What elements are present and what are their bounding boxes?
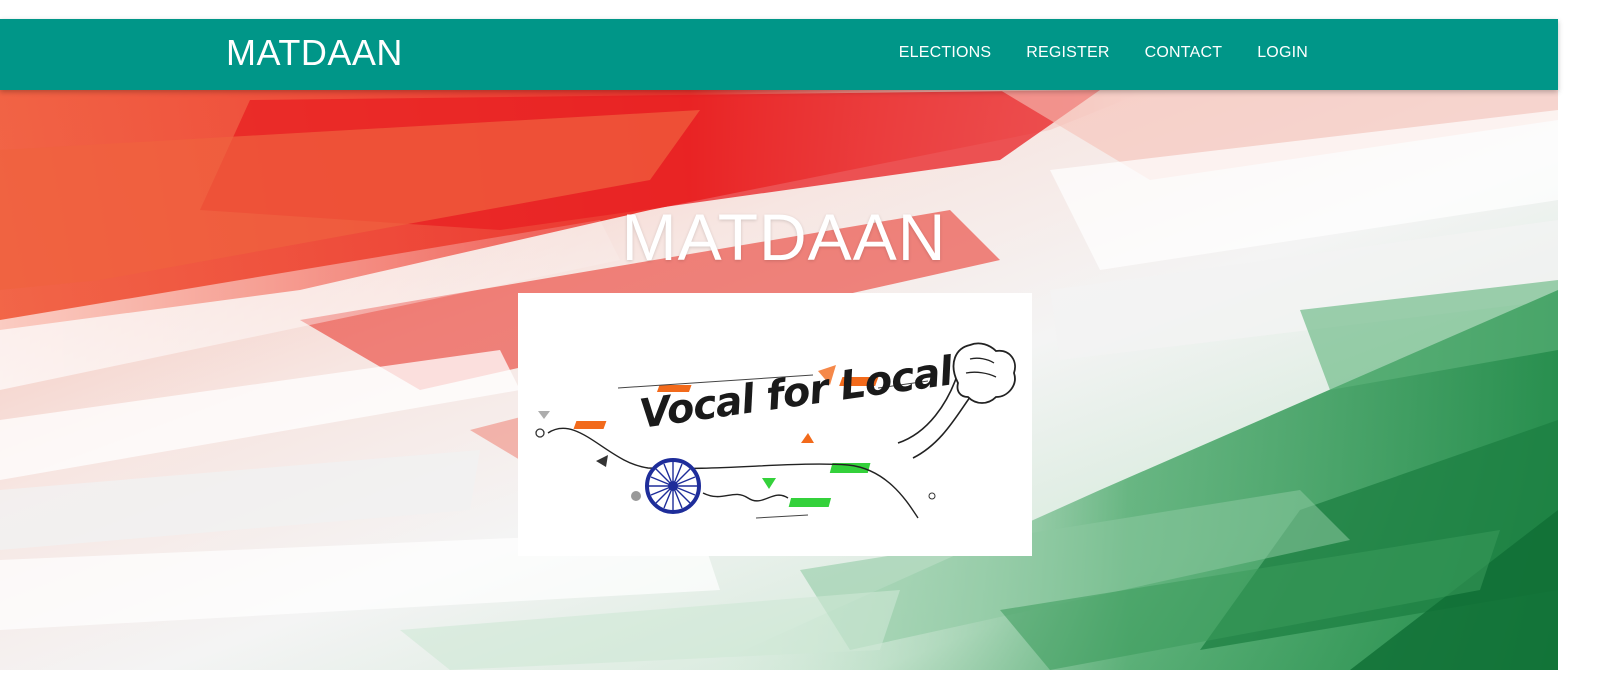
nav-register-link[interactable]: REGISTER xyxy=(1026,43,1109,63)
nav-elections-link[interactable]: ELECTIONS xyxy=(899,43,992,63)
ashoka-chakra-icon xyxy=(645,458,701,514)
hero-section: MATDAAN Vocal for Local xyxy=(0,90,1558,670)
page: MATDAAN ELECTIONS REGISTER CONTACT LOGIN xyxy=(0,0,1600,695)
vocal-for-local-poster: Vocal for Local xyxy=(518,293,1032,556)
top-navbar: MATDAAN ELECTIONS REGISTER CONTACT LOGIN xyxy=(0,19,1558,90)
brand-logo[interactable]: MATDAAN xyxy=(226,33,403,73)
nav-login-link[interactable]: LOGIN xyxy=(1257,43,1308,63)
nav-links: ELECTIONS REGISTER CONTACT LOGIN xyxy=(899,43,1308,63)
hero-title: MATDAAN xyxy=(621,200,947,274)
nav-contact-link[interactable]: CONTACT xyxy=(1145,43,1223,63)
poster-illustration xyxy=(535,342,1016,519)
